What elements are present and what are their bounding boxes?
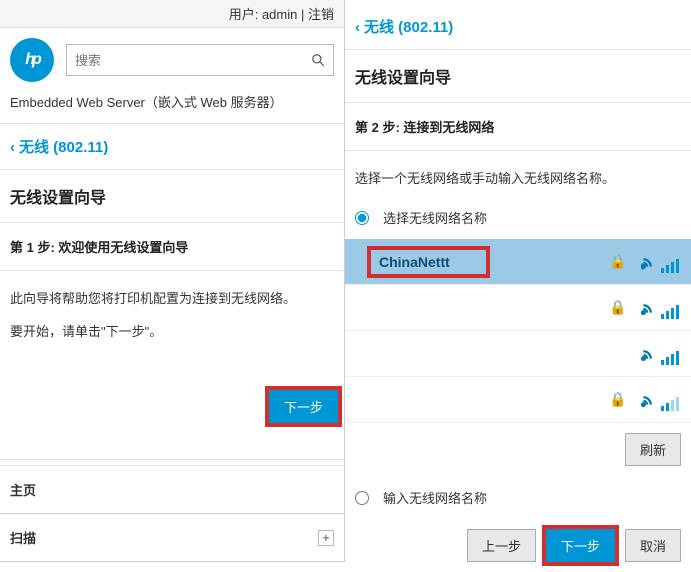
network-item[interactable]	[345, 331, 691, 377]
network-list: ChinaNettt 🔒 🔒 🔒	[345, 239, 691, 423]
radio-select-label: 选择无线网络名称	[383, 208, 487, 227]
breadcrumb-text: 无线 (802.11)	[364, 19, 453, 36]
radio-manual-network[interactable]	[355, 491, 369, 505]
wifi-icon	[637, 343, 679, 365]
logout-link[interactable]: 注销	[308, 7, 334, 22]
wizard-title-right: 无线设置向导	[345, 49, 691, 103]
network-item[interactable]: 🔒	[345, 377, 691, 423]
home-label: 主页	[10, 480, 36, 499]
refresh-row: 刷新	[345, 423, 691, 476]
home-section[interactable]: 主页	[0, 466, 344, 514]
right-pane: ‹无线 (802.11) 无线设置向导 第 2 步: 连接到无线网络 选择一个无…	[345, 0, 691, 562]
separator: |	[297, 7, 308, 22]
chevron-left-icon: ‹	[355, 19, 360, 36]
chevron-left-icon: ‹	[10, 139, 15, 156]
ews-label: Embedded Web Server（嵌入式 Web 服务器）	[0, 92, 344, 123]
body-line-2: 要开始，请单击"下一步"。	[10, 320, 334, 343]
network-item[interactable]: ChinaNettt 🔒	[345, 239, 691, 285]
step-label-left: 第 1 步: 欢迎使用无线设置向导	[0, 223, 344, 271]
left-pane: 用户: admin | 注销 hp Embedded Web Server（嵌入…	[0, 0, 345, 562]
hp-logo-text: hp	[25, 51, 39, 69]
wizard-body: 此向导将帮助您将打印机配置为连接到无线网络。 要开始，请单击"下一步"。	[0, 271, 344, 350]
footer-buttons: 上一步 下一步 取消	[345, 519, 691, 572]
radio-manual-label: 输入无线网络名称	[383, 488, 487, 507]
step-label-right: 第 2 步: 连接到无线网络	[345, 103, 691, 151]
user-bar: 用户: admin | 注销	[0, 0, 344, 28]
radio-manual-row[interactable]: 输入无线网络名称	[345, 476, 691, 519]
radio-select-row[interactable]: 选择无线网络名称	[345, 196, 691, 239]
scan-label: 扫描	[10, 528, 36, 547]
user-name: admin	[262, 7, 297, 22]
refresh-button[interactable]: 刷新	[625, 433, 681, 466]
wizard-title-left: 无线设置向导	[0, 170, 344, 223]
button-row-left: 下一步	[0, 350, 344, 435]
wifi-icon	[637, 251, 679, 273]
network-item[interactable]: 🔒	[345, 285, 691, 331]
lock-icon: 🔒	[609, 299, 627, 316]
next-button-left[interactable]: 下一步	[269, 390, 338, 423]
search-icon	[311, 53, 325, 67]
breadcrumb-right[interactable]: ‹无线 (802.11)	[345, 0, 691, 49]
lock-icon: 🔒	[609, 253, 627, 270]
breadcrumb-text: 无线 (802.11)	[19, 139, 108, 156]
wifi-icon	[637, 297, 679, 319]
header-row: hp	[0, 28, 344, 92]
scan-section[interactable]: 扫描 +	[0, 514, 344, 562]
intro-text: 选择一个无线网络或手动输入无线网络名称。	[345, 151, 691, 196]
search-box	[66, 44, 334, 76]
hp-logo: hp	[10, 38, 54, 82]
body-line-1: 此向导将帮助您将打印机配置为连接到无线网络。	[10, 287, 334, 310]
next-button-right[interactable]: 下一步	[546, 529, 615, 562]
breadcrumb-left[interactable]: ‹无线 (802.11)	[0, 124, 344, 170]
prev-button[interactable]: 上一步	[467, 529, 536, 562]
network-name: ChinaNettt	[367, 246, 490, 278]
search-input[interactable]	[67, 45, 303, 75]
lock-icon: 🔒	[609, 391, 627, 408]
user-label: 用户:	[229, 7, 262, 22]
cancel-button[interactable]: 取消	[625, 529, 681, 562]
radio-select-network[interactable]	[355, 211, 369, 225]
search-button[interactable]	[303, 45, 333, 75]
plus-icon: +	[318, 530, 334, 546]
wifi-icon	[637, 389, 679, 411]
